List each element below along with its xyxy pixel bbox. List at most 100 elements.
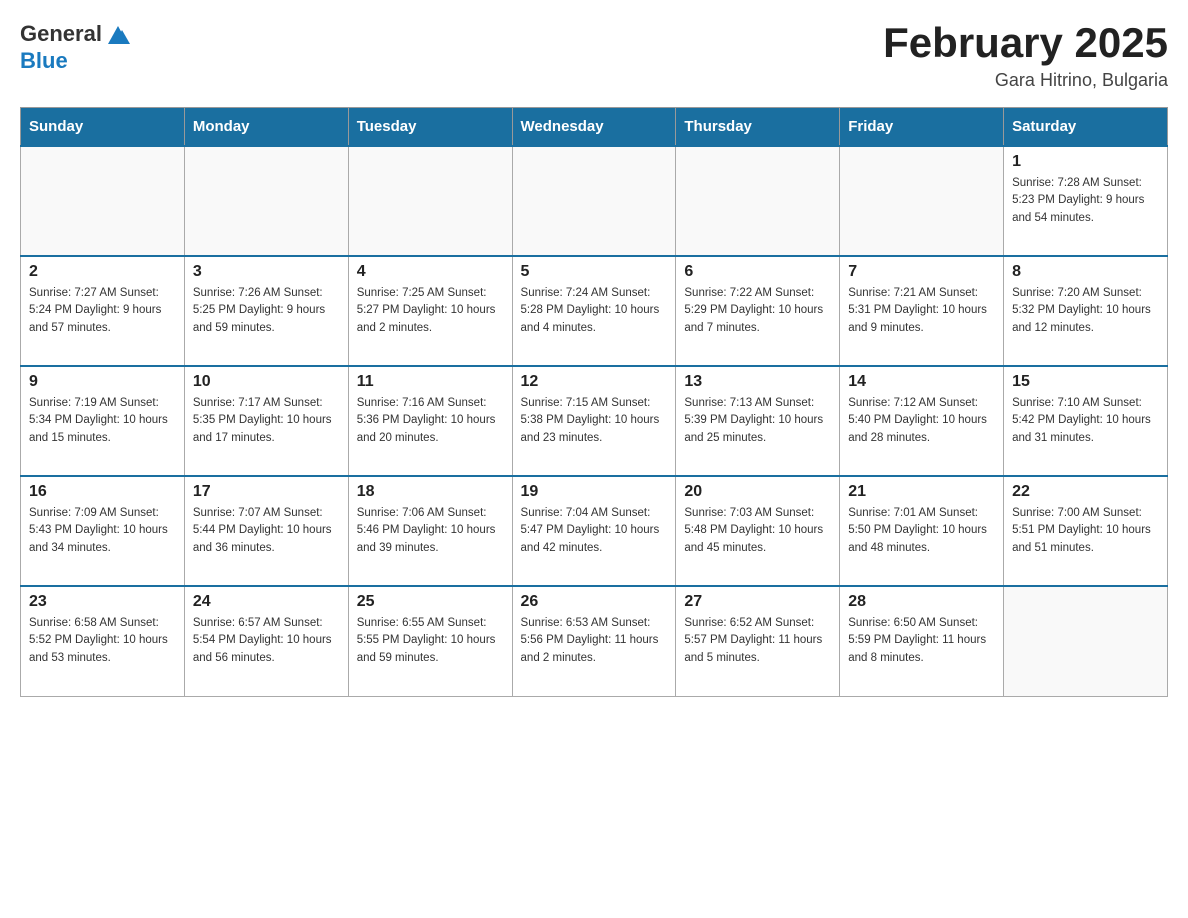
day-info: Sunrise: 7:24 AM Sunset: 5:28 PM Dayligh… [521, 285, 668, 337]
day-number: 8 [1012, 263, 1159, 281]
calendar-cell: 2 Sunrise: 7:27 AM Sunset: 5:24 PM Daylig… [21, 256, 185, 366]
calendar-cell [840, 146, 1004, 256]
header-friday: Friday [840, 108, 1004, 147]
calendar-cell: 20Sunrise: 7:03 AM Sunset: 5:48 PM Dayli… [676, 476, 840, 586]
day-info: Sunrise: 7:27 AM Sunset: 5:24 PM Dayligh… [29, 285, 176, 337]
calendar-cell: 22 Sunrise: 7:00 AM Sunset: 5:51 PM Dayli… [1004, 476, 1168, 586]
calendar-cell: 6 Sunrise: 7:22 AM Sunset: 5:29 PM Daylig… [676, 256, 840, 366]
header-monday: Monday [184, 108, 348, 147]
day-number: 22 [1012, 483, 1159, 501]
calendar-cell: 19 Sunrise: 7:04 AM Sunset: 5:47 PM Dayli… [512, 476, 676, 586]
week-row-1: 1Sunrise: 7:28 AM Sunset: 5:23 PM Daylig… [21, 146, 1168, 256]
day-number: 27 [684, 593, 831, 611]
day-number: 4 [357, 263, 504, 281]
day-info: Sunrise: 6:58 AM Sunset: 5:52 PM Dayligh… [29, 615, 176, 667]
calendar-cell [512, 146, 676, 256]
day-number: 5 [521, 263, 668, 281]
day-info: Sunrise: 7:19 AM Sunset: 5:34 PM Dayligh… [29, 395, 176, 447]
calendar-cell: 15Sunrise: 7:10 AM Sunset: 5:42 PM Dayli… [1004, 366, 1168, 476]
calendar-cell [676, 146, 840, 256]
logo-blue-text: Blue [20, 48, 68, 74]
calendar-cell: 17Sunrise: 7:07 AM Sunset: 5:44 PM Dayli… [184, 476, 348, 586]
header-thursday: Thursday [676, 108, 840, 147]
calendar-cell: 4 Sunrise: 7:25 AM Sunset: 5:27 PM Daylig… [348, 256, 512, 366]
calendar-cell [184, 146, 348, 256]
day-info: Sunrise: 7:04 AM Sunset: 5:47 PM Dayligh… [521, 505, 668, 557]
day-info: Sunrise: 7:00 AM Sunset: 5:51 PM Dayligh… [1012, 505, 1159, 557]
days-header-row: Sunday Monday Tuesday Wednesday Thursday… [21, 108, 1168, 147]
day-info: Sunrise: 7:01 AM Sunset: 5:50 PM Dayligh… [848, 505, 995, 557]
day-number: 25 [357, 593, 504, 611]
day-info: Sunrise: 7:20 AM Sunset: 5:32 PM Dayligh… [1012, 285, 1159, 337]
calendar-cell: 23 Sunrise: 6:58 AM Sunset: 5:52 PM Dayli… [21, 586, 185, 696]
calendar-cell [348, 146, 512, 256]
day-info: Sunrise: 7:16 AM Sunset: 5:36 PM Dayligh… [357, 395, 504, 447]
calendar-cell: 3 Sunrise: 7:26 AM Sunset: 5:25 PM Daylig… [184, 256, 348, 366]
header-sunday: Sunday [21, 108, 185, 147]
day-number: 7 [848, 263, 995, 281]
week-row-2: 2 Sunrise: 7:27 AM Sunset: 5:24 PM Daylig… [21, 256, 1168, 366]
day-info: Sunrise: 7:22 AM Sunset: 5:29 PM Dayligh… [684, 285, 831, 337]
logo-icon [104, 20, 132, 48]
calendar-cell: 13 Sunrise: 7:13 AM Sunset: 5:39 PM Dayli… [676, 366, 840, 476]
day-info: Sunrise: 7:15 AM Sunset: 5:38 PM Dayligh… [521, 395, 668, 447]
day-number: 10 [193, 373, 340, 391]
day-number: 21 [848, 483, 995, 501]
calendar-cell: 24Sunrise: 6:57 AM Sunset: 5:54 PM Dayli… [184, 586, 348, 696]
calendar-cell [21, 146, 185, 256]
day-info: Sunrise: 7:13 AM Sunset: 5:39 PM Dayligh… [684, 395, 831, 447]
logo: General Blue [20, 20, 132, 74]
header-saturday: Saturday [1004, 108, 1168, 147]
calendar-cell: 16Sunrise: 7:09 AM Sunset: 5:43 PM Dayli… [21, 476, 185, 586]
title-section: February 2025 Gara Hitrino, Bulgaria [883, 20, 1168, 91]
day-info: Sunrise: 7:25 AM Sunset: 5:27 PM Dayligh… [357, 285, 504, 337]
day-info: Sunrise: 6:53 AM Sunset: 5:56 PM Dayligh… [521, 615, 668, 667]
calendar-cell: 27Sunrise: 6:52 AM Sunset: 5:57 PM Dayli… [676, 586, 840, 696]
calendar-cell: 28 Sunrise: 6:50 AM Sunset: 5:59 PM Dayli… [840, 586, 1004, 696]
calendar-cell: 1Sunrise: 7:28 AM Sunset: 5:23 PM Daylig… [1004, 146, 1168, 256]
day-number: 17 [193, 483, 340, 501]
day-info: Sunrise: 7:03 AM Sunset: 5:48 PM Dayligh… [684, 505, 831, 557]
calendar-cell: 11 Sunrise: 7:16 AM Sunset: 5:36 PM Dayli… [348, 366, 512, 476]
calendar-cell: 12 Sunrise: 7:15 AM Sunset: 5:38 PM Dayli… [512, 366, 676, 476]
day-number: 6 [684, 263, 831, 281]
day-info: Sunrise: 6:55 AM Sunset: 5:55 PM Dayligh… [357, 615, 504, 667]
day-info: Sunrise: 6:50 AM Sunset: 5:59 PM Dayligh… [848, 615, 995, 667]
page-header: General Blue February 2025 Gara Hitrino,… [20, 20, 1168, 91]
day-number: 23 [29, 593, 176, 611]
day-info: Sunrise: 6:57 AM Sunset: 5:54 PM Dayligh… [193, 615, 340, 667]
day-number: 18 [357, 483, 504, 501]
day-number: 28 [848, 593, 995, 611]
calendar-cell: 21 Sunrise: 7:01 AM Sunset: 5:50 PM Dayli… [840, 476, 1004, 586]
week-row-4: 16Sunrise: 7:09 AM Sunset: 5:43 PM Dayli… [21, 476, 1168, 586]
day-info: Sunrise: 7:26 AM Sunset: 5:25 PM Dayligh… [193, 285, 340, 337]
logo-general-text: General [20, 21, 102, 47]
day-number: 14 [848, 373, 995, 391]
calendar-cell: 14 Sunrise: 7:12 AM Sunset: 5:40 PM Dayli… [840, 366, 1004, 476]
day-info: Sunrise: 7:21 AM Sunset: 5:31 PM Dayligh… [848, 285, 995, 337]
day-number: 2 [29, 263, 176, 281]
day-number: 9 [29, 373, 176, 391]
day-number: 3 [193, 263, 340, 281]
calendar-cell: 5 Sunrise: 7:24 AM Sunset: 5:28 PM Daylig… [512, 256, 676, 366]
calendar-cell [1004, 586, 1168, 696]
day-info: Sunrise: 7:28 AM Sunset: 5:23 PM Dayligh… [1012, 175, 1159, 227]
day-number: 13 [684, 373, 831, 391]
calendar-cell: 8 Sunrise: 7:20 AM Sunset: 5:32 PM Daylig… [1004, 256, 1168, 366]
calendar-cell: 25 Sunrise: 6:55 AM Sunset: 5:55 PM Dayli… [348, 586, 512, 696]
week-row-3: 9 Sunrise: 7:19 AM Sunset: 5:34 PM Daylig… [21, 366, 1168, 476]
day-info: Sunrise: 7:17 AM Sunset: 5:35 PM Dayligh… [193, 395, 340, 447]
week-row-5: 23 Sunrise: 6:58 AM Sunset: 5:52 PM Dayli… [21, 586, 1168, 696]
calendar-cell: 18Sunrise: 7:06 AM Sunset: 5:46 PM Dayli… [348, 476, 512, 586]
location-subtitle: Gara Hitrino, Bulgaria [883, 70, 1168, 91]
calendar-cell: 10 Sunrise: 7:17 AM Sunset: 5:35 PM Dayli… [184, 366, 348, 476]
calendar-cell: 7 Sunrise: 7:21 AM Sunset: 5:31 PM Daylig… [840, 256, 1004, 366]
header-wednesday: Wednesday [512, 108, 676, 147]
day-number: 15 [1012, 373, 1159, 391]
day-number: 12 [521, 373, 668, 391]
calendar-cell: 26 Sunrise: 6:53 AM Sunset: 5:56 PM Dayli… [512, 586, 676, 696]
day-number: 11 [357, 373, 504, 391]
day-number: 19 [521, 483, 668, 501]
day-info: Sunrise: 7:12 AM Sunset: 5:40 PM Dayligh… [848, 395, 995, 447]
day-number: 26 [521, 593, 668, 611]
